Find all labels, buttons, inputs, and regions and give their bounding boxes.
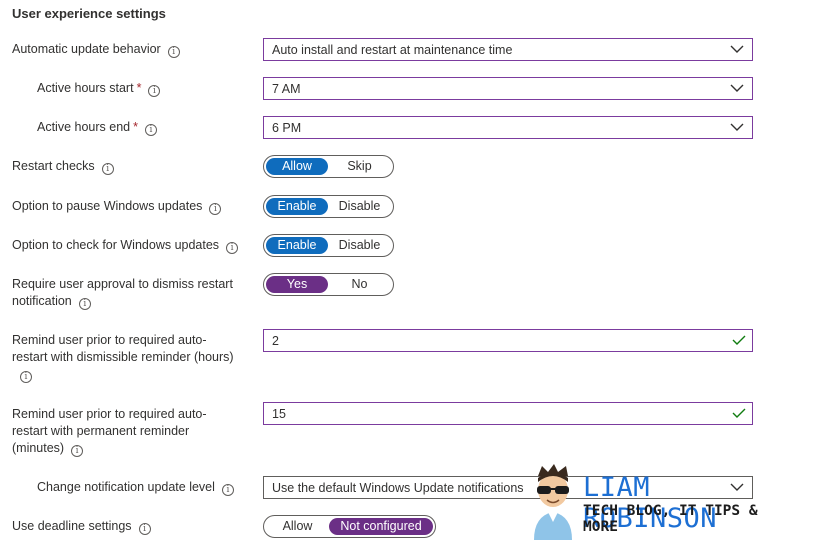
remind-permanent-label-line2: restart with permanent reminder bbox=[12, 424, 190, 438]
active-end-label: Active hours end bbox=[37, 120, 131, 134]
toggle-option-disable[interactable]: Disable bbox=[328, 237, 391, 254]
auto-update-value: Auto install and restart at maintenance … bbox=[272, 43, 513, 57]
avatar-mascot-icon bbox=[534, 464, 572, 540]
toggle-option-yes[interactable]: Yes bbox=[266, 276, 328, 293]
active-start-label-row: Active hours start * i bbox=[37, 80, 161, 97]
watermark-tagline: TECH BLOG, IT TIPS & MORE bbox=[583, 503, 758, 535]
info-icon[interactable]: i bbox=[209, 203, 222, 215]
pause-updates-label: Option to pause Windows updates bbox=[12, 199, 203, 213]
require-approval-label-line2: notification bbox=[12, 294, 72, 308]
auto-update-label: Automatic update behavior bbox=[12, 42, 161, 56]
check-updates-toggle[interactable]: Enable Disable bbox=[263, 234, 394, 257]
toggle-option-enable[interactable]: Enable bbox=[266, 237, 328, 254]
remind-dismissible-label-line2: restart with dismissible reminder (hours… bbox=[12, 350, 234, 364]
toggle-option-enable[interactable]: Enable bbox=[266, 198, 328, 215]
remind-permanent-value: 15 bbox=[272, 407, 286, 421]
active-end-label-row: Active hours end * i bbox=[37, 119, 157, 136]
chevron-down-icon bbox=[730, 84, 744, 92]
info-icon[interactable]: i bbox=[221, 484, 234, 496]
remind-dismissible-label-line1: Remind user prior to required auto- bbox=[12, 333, 207, 347]
auto-update-dropdown[interactable]: Auto install and restart at maintenance … bbox=[263, 38, 753, 61]
remind-dismissible-value: 2 bbox=[272, 334, 279, 348]
remind-permanent-label-line1: Remind user prior to required auto- bbox=[12, 407, 207, 421]
active-end-dropdown[interactable]: 6 PM bbox=[263, 116, 753, 139]
active-start-label: Active hours start bbox=[37, 81, 134, 95]
require-approval-label-line1: Require user approval to dismiss restart bbox=[12, 277, 233, 291]
info-icon[interactable]: i bbox=[167, 46, 180, 58]
deadline-toggle[interactable]: Allow Not configured bbox=[263, 515, 436, 538]
auto-update-label-row: Automatic update behavior i bbox=[12, 41, 180, 58]
toggle-option-disable[interactable]: Disable bbox=[328, 198, 391, 215]
section-title: User experience settings bbox=[12, 6, 166, 21]
pause-updates-label-row: Option to pause Windows updates i bbox=[12, 198, 222, 215]
deadline-label: Use deadline settings bbox=[12, 519, 132, 533]
restart-checks-label-row: Restart checks i bbox=[12, 158, 114, 175]
info-icon[interactable]: i bbox=[144, 124, 157, 136]
remind-permanent-label-line3: (minutes) bbox=[12, 441, 65, 455]
notification-level-value: Use the default Windows Update notificat… bbox=[272, 481, 524, 495]
required-marker: * bbox=[133, 120, 138, 134]
notification-level-label-row: Change notification update level i bbox=[37, 479, 234, 496]
info-icon[interactable]: i bbox=[71, 445, 84, 457]
checkmark-icon bbox=[732, 408, 746, 418]
info-icon[interactable]: i bbox=[226, 242, 239, 254]
toggle-option-allow[interactable]: Allow bbox=[266, 518, 329, 535]
check-updates-label-row: Option to check for Windows updates i bbox=[12, 237, 239, 254]
check-updates-label: Option to check for Windows updates bbox=[12, 238, 220, 252]
chevron-down-icon bbox=[730, 123, 744, 131]
deadline-label-row: Use deadline settings i bbox=[12, 518, 151, 535]
remind-dismissible-label-row: Remind user prior to required auto- rest… bbox=[12, 332, 234, 383]
remind-permanent-label-row: Remind user prior to required auto- rest… bbox=[12, 406, 207, 457]
toggle-option-allow[interactable]: Allow bbox=[266, 158, 328, 175]
remind-dismissible-input[interactable]: 2 bbox=[263, 329, 753, 352]
info-icon[interactable]: i bbox=[138, 523, 151, 535]
info-icon[interactable]: i bbox=[20, 371, 32, 383]
toggle-option-skip[interactable]: Skip bbox=[328, 158, 391, 175]
info-icon[interactable]: i bbox=[78, 298, 91, 310]
require-approval-toggle[interactable]: Yes No bbox=[263, 273, 394, 296]
notification-level-label: Change notification update level bbox=[37, 480, 215, 494]
restart-checks-toggle[interactable]: Allow Skip bbox=[263, 155, 394, 178]
pause-updates-toggle[interactable]: Enable Disable bbox=[263, 195, 394, 218]
require-approval-label-row: Require user approval to dismiss restart… bbox=[12, 276, 233, 310]
toggle-option-no[interactable]: No bbox=[328, 276, 391, 293]
info-icon[interactable]: i bbox=[101, 163, 114, 175]
info-icon[interactable]: i bbox=[148, 85, 161, 97]
watermark-logo: LIAM ROBINSON TECH BLOG, IT TIPS & MORE bbox=[528, 462, 798, 542]
restart-checks-label: Restart checks bbox=[12, 159, 95, 173]
toggle-option-not-configured[interactable]: Not configured bbox=[329, 518, 433, 535]
chevron-down-icon bbox=[730, 45, 744, 53]
required-marker: * bbox=[136, 81, 142, 95]
active-start-dropdown[interactable]: 7 AM bbox=[263, 77, 753, 100]
checkmark-icon bbox=[732, 335, 746, 345]
remind-permanent-input[interactable]: 15 bbox=[263, 402, 753, 425]
active-start-value: 7 AM bbox=[272, 82, 301, 96]
active-end-value: 6 PM bbox=[272, 121, 302, 135]
